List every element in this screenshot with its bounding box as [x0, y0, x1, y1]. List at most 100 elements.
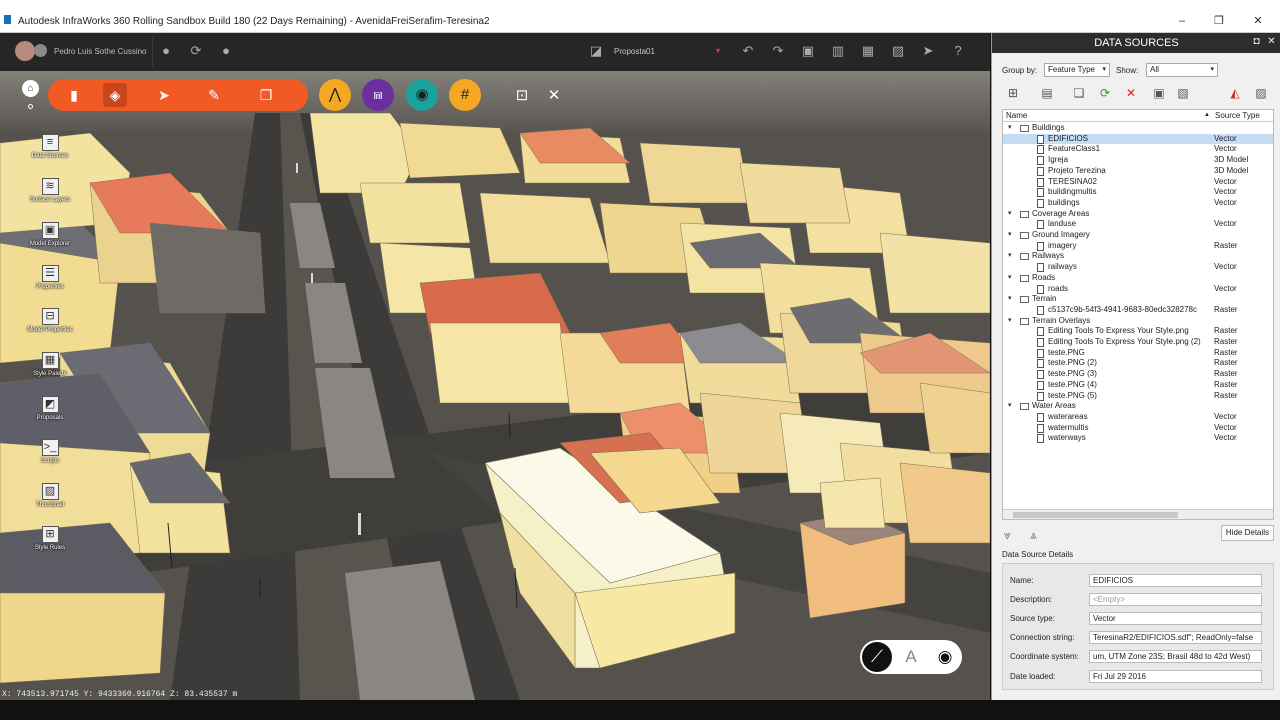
- tree-item-row[interactable]: roads Vector: [1003, 284, 1273, 295]
- tree-item-row[interactable]: FeatureClass1 Vector: [1003, 144, 1273, 155]
- presentation-icon[interactable]: ⊡: [512, 86, 532, 106]
- tree-group-row[interactable]: ▾ Coverage Areas: [1003, 209, 1273, 220]
- export-icon[interactable]: ▣: [1150, 84, 1168, 102]
- tree-item-row[interactable]: watermultis Vector: [1003, 423, 1273, 434]
- pin-icon[interactable]: ◘: [1251, 36, 1262, 47]
- tree-item-row[interactable]: landuse Vector: [1003, 219, 1273, 230]
- grid-analysis-icon[interactable]: #: [449, 79, 481, 111]
- left-tool-style-palette[interactable]: ▦ Style Palette: [22, 352, 78, 377]
- horizontal-scrollbar[interactable]: [1003, 509, 1273, 519]
- column-name[interactable]: Name: [1006, 111, 1027, 120]
- grid-icon[interactable]: ▦: [860, 43, 876, 59]
- tree-group-row[interactable]: ▾ Ground Imagery: [1003, 230, 1273, 241]
- expand-toggle-icon[interactable]: ▾: [1008, 251, 1012, 262]
- left-tool-model-explorer[interactable]: ▣ Model Explorer: [22, 222, 78, 247]
- show-select[interactable]: All ▾: [1146, 63, 1218, 77]
- tree-item-row[interactable]: railways Vector: [1003, 262, 1273, 273]
- close-panel-icon[interactable]: ✕: [1266, 36, 1277, 47]
- data-source-tree[interactable]: Name ▲ Source Type ▾ Buildings EDIFICIOS Ve…: [1002, 109, 1274, 520]
- sync-icon[interactable]: ⟳: [188, 43, 204, 59]
- tree-item-row[interactable]: teste.PNG (2) Raster: [1003, 358, 1273, 369]
- proposal-selector[interactable]: Proposta01: [614, 47, 655, 56]
- home-icon[interactable]: ⌂: [22, 80, 39, 97]
- tree-item-row[interactable]: teste.PNG Raster: [1003, 348, 1273, 359]
- left-tool-style-rules[interactable]: ⊞ Style Rules: [22, 526, 78, 551]
- tree-item-row[interactable]: Igreja 3D Model: [1003, 155, 1273, 166]
- collapse-all-icon[interactable]: ⩓: [1030, 528, 1037, 543]
- group-by-select[interactable]: Feature Type ▾: [1044, 63, 1110, 77]
- refresh-icon[interactable]: ⟳: [1096, 84, 1114, 102]
- left-tool-scripts[interactable]: >_ Scripts: [22, 439, 78, 464]
- tree-item-row[interactable]: buildingmultis Vector: [1003, 187, 1273, 198]
- copy-icon[interactable]: ❐: [254, 83, 278, 107]
- tree-group-row[interactable]: ▾ Terrain Overlays: [1003, 316, 1273, 327]
- tree-item-row[interactable]: Projeto Terezina 3D Model: [1003, 166, 1273, 177]
- remove-icon[interactable]: ✕: [1122, 84, 1140, 102]
- compass-icon[interactable]: [28, 104, 33, 109]
- tree-item-row[interactable]: teste.PNG (5) Raster: [1003, 391, 1273, 402]
- expand-toggle-icon[interactable]: ▾: [1008, 316, 1012, 327]
- design-tools-icon[interactable]: ⋀: [319, 79, 351, 111]
- select-icon[interactable]: ➤: [152, 83, 176, 107]
- tree-group-row[interactable]: ▾ Roads: [1003, 273, 1273, 284]
- add-source-icon[interactable]: ⊞: [1004, 84, 1022, 102]
- tree-item-row[interactable]: buildings Vector: [1003, 198, 1273, 209]
- expand-toggle-icon[interactable]: ▾: [1008, 273, 1012, 284]
- tree-item-row[interactable]: teste.PNG (3) Raster: [1003, 369, 1273, 380]
- detail-value-field[interactable]: <Empty>: [1089, 593, 1262, 606]
- upload-icon[interactable]: ▨: [1252, 84, 1270, 102]
- orbit-icon[interactable]: ⟋: [862, 642, 892, 672]
- close-button[interactable]: ✕: [1251, 14, 1265, 28]
- profile-icon[interactable]: ●: [218, 43, 234, 59]
- detail-value-field[interactable]: EDIFICIOS: [1089, 574, 1262, 587]
- scrollbar-thumb[interactable]: [1013, 512, 1178, 518]
- tree-group-row[interactable]: ▾ Water Areas: [1003, 401, 1273, 412]
- expand-toggle-icon[interactable]: ▾: [1008, 123, 1012, 134]
- edit-pencil-icon[interactable]: ✎: [202, 83, 226, 107]
- tree-item-row[interactable]: TERESINA02 Vector: [1003, 177, 1273, 188]
- left-tool-model-properties[interactable]: ⊟ Model Properties: [22, 308, 78, 333]
- configure-icon[interactable]: ▤: [1038, 84, 1056, 102]
- 3d-viewport[interactable]: [0, 33, 990, 700]
- tree-group-row[interactable]: ▾ Terrain: [1003, 294, 1273, 305]
- text-icon[interactable]: A: [896, 642, 926, 672]
- chevron-down-icon[interactable]: ▾: [716, 46, 720, 55]
- maximize-button[interactable]: ❐: [1212, 14, 1226, 28]
- bookmark-icon[interactable]: ▥: [830, 43, 846, 59]
- tree-group-row[interactable]: ▾ Railways: [1003, 251, 1273, 262]
- detail-value-field[interactable]: Fri Jul 29 2016: [1089, 670, 1262, 683]
- undo-icon[interactable]: ↶: [740, 43, 756, 59]
- tree-item-row[interactable]: EDIFICIOS Vector: [1003, 133, 1273, 145]
- user-menu-icon[interactable]: [34, 44, 47, 57]
- minimize-button[interactable]: –: [1175, 14, 1189, 28]
- copy-source-icon[interactable]: ❏: [1070, 84, 1088, 102]
- tree-item-row[interactable]: Editing Tools To Express Your Style.png …: [1003, 337, 1273, 348]
- tree-item-row[interactable]: waterareas Vector: [1003, 412, 1273, 423]
- image-icon[interactable]: ▨: [890, 43, 906, 59]
- bridge-icon[interactable]: ⩎: [362, 79, 394, 111]
- expand-toggle-icon[interactable]: ▾: [1008, 209, 1012, 220]
- expand-toggle-icon[interactable]: ▾: [1008, 294, 1012, 305]
- build-manage-icon[interactable]: ▮: [62, 83, 86, 107]
- detail-value-field[interactable]: TeresinaR2/EDIFICIOS.sdf"; ReadOnly=fals…: [1089, 631, 1262, 644]
- left-tool-properties[interactable]: ☰ Properties: [22, 265, 78, 290]
- detail-value-field[interactable]: um, UTM Zone 23S; Brasil 48d to 42d West…: [1089, 650, 1262, 663]
- left-tool-thumbnail[interactable]: ▨ Thumbnail: [22, 483, 78, 508]
- eye-icon[interactable]: ◉: [930, 642, 960, 672]
- tree-item-row[interactable]: imagery Raster: [1003, 241, 1273, 252]
- create-explore-icon[interactable]: ◈: [103, 83, 127, 107]
- column-source-type[interactable]: Source Type: [1215, 111, 1260, 120]
- save-icon[interactable]: ▣: [800, 43, 816, 59]
- help-icon[interactable]: ?: [950, 43, 966, 59]
- left-tool-layers[interactable]: ≋ Surface Layers: [22, 178, 78, 203]
- expand-all-icon[interactable]: ⩔: [1004, 528, 1011, 543]
- tree-item-row[interactable]: c5137c9b-54f3-4941-9683-80edc328278c Rast…: [1003, 305, 1273, 316]
- pointer-icon[interactable]: ➤: [920, 43, 936, 59]
- tree-item-row[interactable]: Editing Tools To Express Your Style.png R…: [1003, 326, 1273, 337]
- tree-group-row[interactable]: ▾ Buildings: [1003, 123, 1273, 134]
- left-tool-database[interactable]: ≡ Data Sources: [22, 134, 78, 159]
- settings-icon[interactable]: ▧: [1174, 84, 1192, 102]
- water-icon[interactable]: ◉: [406, 79, 438, 111]
- redo-icon[interactable]: ↷: [770, 43, 786, 59]
- alert-icon[interactable]: ◭: [1226, 84, 1244, 102]
